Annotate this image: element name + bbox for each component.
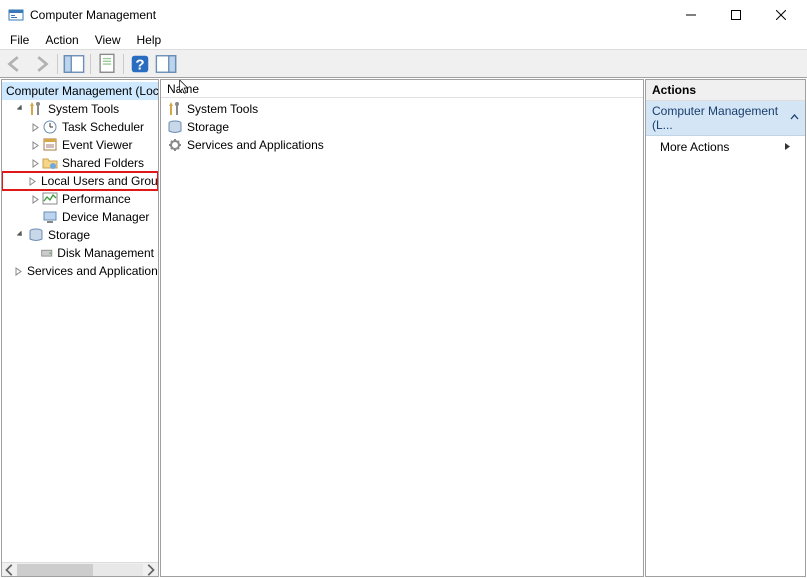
tree-node-event-viewer[interactable]: Event Viewer — [2, 136, 158, 154]
tree-node-label: System Tools — [48, 102, 119, 116]
actions-item-label: More Actions — [660, 140, 729, 154]
tree-node-label: Disk Management — [57, 246, 154, 260]
properties-button[interactable] — [95, 52, 119, 76]
cursor-icon — [179, 80, 191, 99]
tree-node-computer-management[interactable]: Computer Management (Local — [2, 82, 158, 100]
toolbar-separator — [57, 54, 58, 74]
tree-node-label: Performance — [62, 192, 131, 206]
disk-management-icon — [40, 245, 53, 261]
content-list[interactable]: System Tools Storage Services and Applic… — [161, 98, 643, 576]
expander-icon[interactable] — [28, 141, 42, 150]
column-header-name[interactable]: Name — [161, 80, 205, 97]
tree-node-system-tools[interactable]: System Tools — [2, 100, 158, 118]
expander-icon[interactable] — [14, 105, 28, 114]
list-item-label: Storage — [187, 120, 229, 134]
tree-node-label: Storage — [48, 228, 90, 242]
tree-node-label: Task Scheduler — [62, 120, 144, 134]
device-manager-icon — [42, 209, 58, 225]
expander-icon[interactable] — [28, 195, 42, 204]
list-item[interactable]: System Tools — [165, 100, 639, 118]
tree-node-label: Local Users and Groups — [41, 174, 158, 188]
nav-tree[interactable]: Computer Management (Local System Tools … — [2, 80, 158, 282]
forward-button[interactable] — [29, 52, 53, 76]
show-hide-tree-button[interactable] — [62, 52, 86, 76]
system-tools-icon — [167, 101, 183, 117]
tree-node-performance[interactable]: Performance — [2, 190, 158, 208]
tree-node-label: Services and Applications — [27, 264, 158, 278]
window-title: Computer Management — [30, 8, 668, 22]
tree-node-storage[interactable]: Storage — [2, 226, 158, 244]
scroll-left-button[interactable] — [3, 564, 17, 576]
show-hide-action-pane-button[interactable] — [154, 52, 178, 76]
menu-file[interactable]: File — [2, 31, 37, 49]
tree-node-device-manager[interactable]: Device Manager — [2, 208, 158, 226]
shared-folders-icon — [42, 155, 58, 171]
list-item-label: Services and Applications — [187, 138, 324, 152]
expander-icon[interactable] — [14, 231, 28, 240]
task-scheduler-icon — [42, 119, 58, 135]
expander-icon[interactable] — [14, 267, 23, 276]
tree-node-label: Device Manager — [62, 210, 149, 224]
tree-pane: Computer Management (Local System Tools … — [1, 79, 159, 577]
tree-node-label: Event Viewer — [62, 138, 132, 152]
list-item-label: System Tools — [187, 102, 258, 116]
expander-icon[interactable] — [28, 177, 37, 186]
toolbar-separator — [123, 54, 124, 74]
tree-horizontal-scrollbar[interactable] — [2, 562, 158, 576]
maximize-button[interactable] — [713, 1, 758, 29]
list-item[interactable]: Services and Applications — [165, 136, 639, 154]
actions-section-label: Computer Management (L... — [652, 104, 790, 132]
services-apps-icon — [167, 137, 183, 153]
list-item[interactable]: Storage — [165, 118, 639, 136]
help-button[interactable]: ? — [128, 52, 152, 76]
event-viewer-icon — [42, 137, 58, 153]
performance-icon — [42, 191, 58, 207]
actions-pane-header: Actions — [646, 80, 805, 101]
close-button[interactable] — [758, 1, 803, 29]
content-pane: Name System Tools Storage Services and A… — [160, 79, 644, 577]
tree-node-shared-folders[interactable]: Shared Folders — [2, 154, 158, 172]
toolbar-separator — [90, 54, 91, 74]
tree-node-local-users-groups[interactable]: Local Users and Groups — [2, 172, 158, 190]
main-area: Computer Management (Local System Tools … — [0, 78, 807, 578]
menu-view[interactable]: View — [87, 31, 129, 49]
menubar: File Action View Help — [0, 30, 807, 50]
system-tools-icon — [28, 101, 44, 117]
menu-action[interactable]: Action — [37, 31, 86, 49]
actions-pane: Actions Computer Management (L... More A… — [645, 79, 806, 577]
storage-icon — [28, 227, 44, 243]
svg-text:?: ? — [135, 56, 144, 73]
expander-icon[interactable] — [28, 159, 42, 168]
content-header: Name — [161, 80, 643, 98]
actions-more-actions[interactable]: More Actions — [646, 136, 805, 158]
collapse-icon[interactable] — [790, 111, 799, 125]
toolbar: ? — [0, 50, 807, 78]
scroll-thumb[interactable] — [17, 564, 93, 576]
tree-node-label: Computer Management (Local — [6, 84, 158, 98]
titlebar: Computer Management — [0, 0, 807, 30]
tree-node-label: Shared Folders — [62, 156, 144, 170]
app-icon — [8, 7, 24, 23]
minimize-button[interactable] — [668, 1, 713, 29]
tree-node-services-apps[interactable]: Services and Applications — [2, 262, 158, 280]
back-button[interactable] — [3, 52, 27, 76]
tree-node-disk-management[interactable]: Disk Management — [2, 244, 158, 262]
submenu-arrow-icon — [784, 140, 791, 154]
menu-help[interactable]: Help — [129, 31, 170, 49]
scroll-track[interactable] — [17, 564, 143, 576]
storage-icon — [167, 119, 183, 135]
scroll-right-button[interactable] — [143, 564, 157, 576]
tree-node-task-scheduler[interactable]: Task Scheduler — [2, 118, 158, 136]
expander-icon[interactable] — [28, 123, 42, 132]
actions-section[interactable]: Computer Management (L... — [646, 101, 805, 136]
